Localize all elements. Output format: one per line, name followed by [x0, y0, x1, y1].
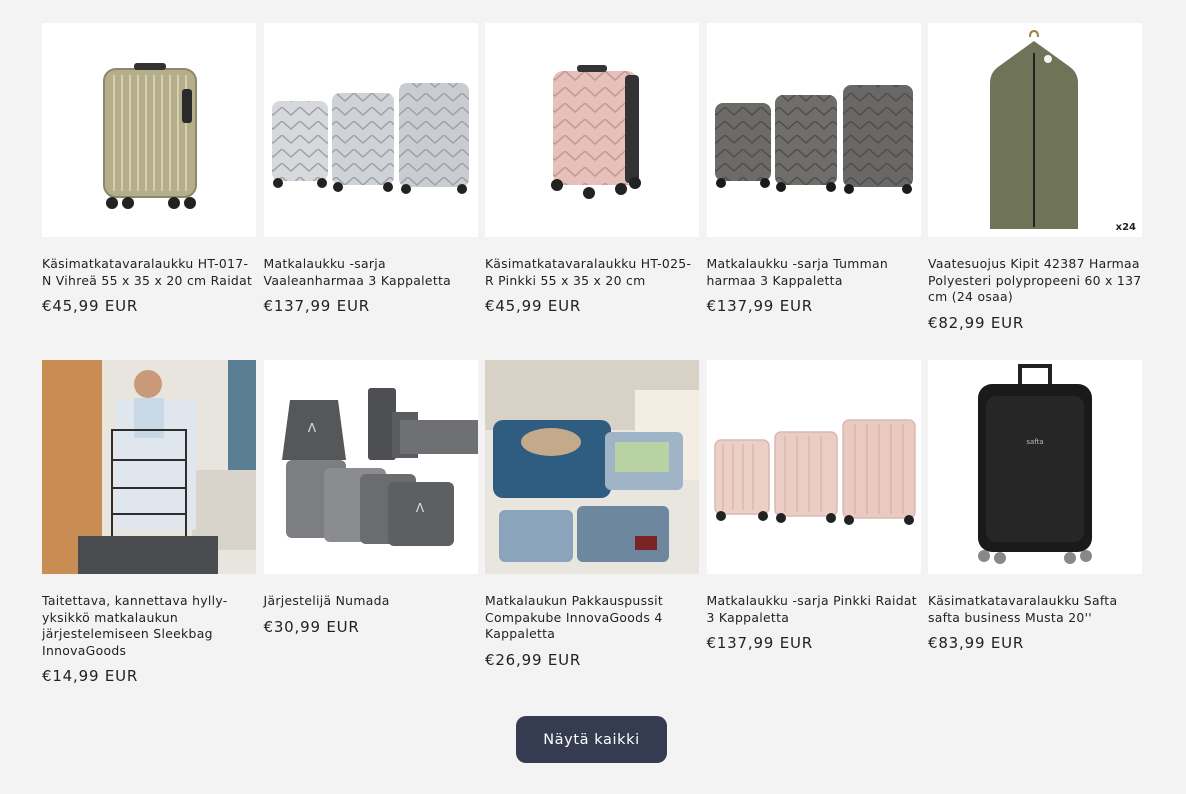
- pink-striped-suitcase-set-image[interactable]: [706, 360, 921, 574]
- product-card[interactable]: Käsimatkatavaralaukku HT-025-R Pinkki 55…: [485, 23, 699, 360]
- olive-suitcase-image[interactable]: [42, 23, 256, 237]
- product-card[interactable]: Λ Λ Järjestelijä Numada €30,99 EUR: [263, 360, 478, 716]
- garment-bag-image[interactable]: x24: [928, 23, 1142, 237]
- product-price: €45,99 EUR: [485, 297, 582, 316]
- product-title[interactable]: Järjestelijä Numada: [264, 593, 478, 610]
- shelf-organizer-image[interactable]: [42, 360, 256, 574]
- product-title[interactable]: Vaatesuojus Kipit 42387 Harmaa Polyester…: [928, 256, 1142, 306]
- product-card[interactable]: Taitettava, kannettava hylly-yksikkö mat…: [42, 360, 256, 716]
- product-card[interactable]: Matkalaukku -sarja Vaaleanharmaa 3 Kappa…: [263, 23, 478, 360]
- pink-suitcase-image[interactable]: [485, 23, 699, 237]
- product-price: €82,99 EUR: [928, 313, 1025, 332]
- organizer-set-image[interactable]: Λ Λ: [263, 360, 478, 574]
- product-price: €137,99 EUR: [706, 297, 813, 316]
- product-title[interactable]: Taitettava, kannettava hylly-yksikkö mat…: [42, 593, 256, 659]
- product-price: €83,99 EUR: [928, 634, 1025, 653]
- product-title[interactable]: Matkalaukku -sarja Vaaleanharmaa 3 Kappa…: [264, 256, 478, 289]
- product-price: €30,99 EUR: [263, 617, 360, 636]
- black-suitcase-image[interactable]: safta: [928, 360, 1142, 574]
- product-price: €137,99 EUR: [263, 297, 370, 316]
- product-card[interactable]: Matkalaukku -sarja Pinkki Raidat 3 Kappa…: [706, 360, 921, 716]
- product-card[interactable]: x24 Vaatesuojus Kipit 42387 Harmaa Polye…: [928, 23, 1142, 360]
- product-card[interactable]: Matkalaukun Pakkauspussit Compakube Inno…: [485, 360, 699, 716]
- dark-grey-suitcase-set-image[interactable]: [706, 23, 921, 237]
- product-title[interactable]: Matkalaukku -sarja Tumman harmaa 3 Kappa…: [707, 256, 921, 289]
- silver-suitcase-set-image[interactable]: [263, 23, 478, 237]
- product-title[interactable]: Matkalaukku -sarja Pinkki Raidat 3 Kappa…: [707, 593, 921, 626]
- quantity-badge: x24: [1115, 222, 1136, 233]
- svg-text:safta: safta: [1026, 438, 1043, 446]
- product-price: €26,99 EUR: [485, 650, 582, 669]
- product-title[interactable]: Käsimatkatavaralaukku HT-025-R Pinkki 55…: [485, 256, 699, 289]
- svg-text:Λ: Λ: [307, 421, 316, 435]
- product-card[interactable]: safta Käsimatkatavaralaukku Safta safta …: [928, 360, 1142, 716]
- view-all-button[interactable]: Näytä kaikki: [516, 716, 667, 763]
- product-grid: Käsimatkatavaralaukku HT-017-N Vihreä 55…: [42, 23, 1142, 716]
- product-price: €45,99 EUR: [42, 297, 139, 316]
- product-title[interactable]: Käsimatkatavaralaukku HT-017-N Vihreä 55…: [42, 256, 256, 289]
- svg-text:Λ: Λ: [415, 501, 424, 515]
- packing-cubes-image[interactable]: [485, 360, 699, 574]
- product-price: €137,99 EUR: [706, 634, 813, 653]
- product-title[interactable]: Matkalaukun Pakkauspussit Compakube Inno…: [485, 593, 699, 643]
- product-price: €14,99 EUR: [42, 667, 139, 686]
- product-card[interactable]: Käsimatkatavaralaukku HT-017-N Vihreä 55…: [42, 23, 256, 360]
- product-card[interactable]: Matkalaukku -sarja Tumman harmaa 3 Kappa…: [706, 23, 921, 360]
- product-title[interactable]: Käsimatkatavaralaukku Safta safta busine…: [928, 593, 1142, 626]
